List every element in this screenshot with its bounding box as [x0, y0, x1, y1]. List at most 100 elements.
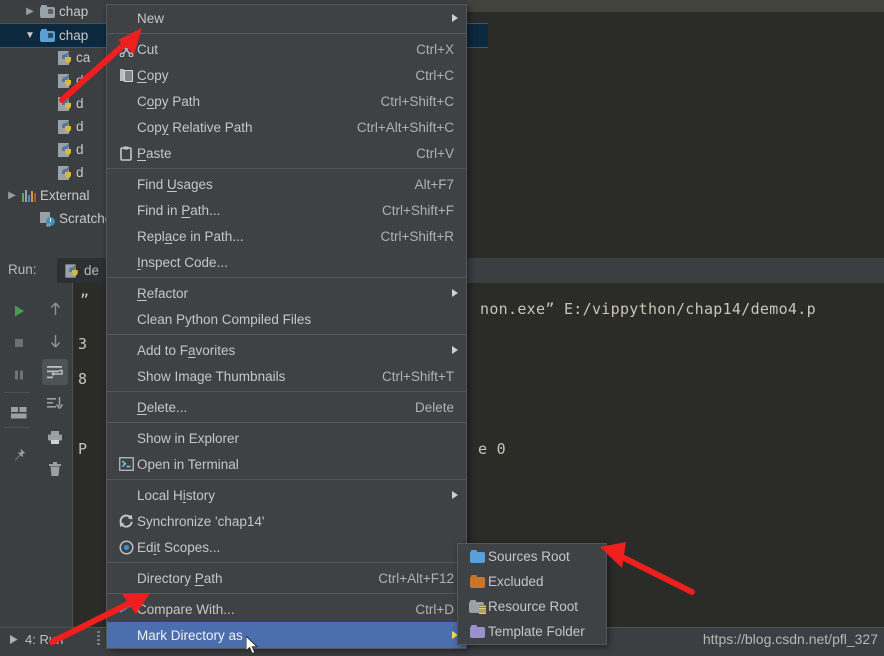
chevron-right-icon	[452, 14, 458, 22]
menu-separator	[107, 334, 466, 335]
run-configuration-tab[interactable]: de	[57, 258, 108, 283]
menu-item-label: Compare With...	[137, 601, 235, 617]
chevron-right-icon	[452, 491, 458, 499]
run-tab-label: de	[84, 263, 100, 278]
status-bar-grip[interactable]	[97, 631, 100, 645]
submenu-item-resource-root[interactable]: Resource Root	[458, 594, 606, 619]
scissors-icon	[119, 42, 134, 57]
pause-button[interactable]	[6, 362, 32, 388]
console-line-3: 8	[78, 370, 88, 388]
menu-item-label: Mark Directory as	[137, 627, 243, 643]
menu-item-add-to-favorites[interactable]: Add to Favorites	[107, 337, 466, 363]
menu-item-label: Copy	[137, 67, 169, 83]
status-bar-run-button[interactable]: 4: Run	[8, 628, 63, 650]
menu-item-delete[interactable]: Delete... Delete	[107, 394, 466, 420]
arrow-down-button[interactable]	[42, 328, 68, 354]
context-menu[interactable]: New Cut Ctrl+X Copy Ctrl+C Copy Path Ctrl+Shif…	[106, 4, 467, 649]
layout-button[interactable]	[6, 400, 32, 426]
menu-item-label: Add to Favorites	[137, 342, 236, 358]
submenu-item-excluded[interactable]: Excluded	[458, 569, 606, 594]
editor-area[interactable]	[466, 12, 884, 258]
menu-item-label: Cut	[137, 41, 159, 57]
menu-separator	[107, 562, 466, 563]
menu-item-cut[interactable]: Cut Ctrl+X	[107, 36, 466, 62]
mark-directory-as-submenu[interactable]: Sources Root Excluded Resource Root Templat…	[457, 543, 607, 645]
menu-item-find-in-path[interactable]: Find in Path... Ctrl+Shift+F	[107, 197, 466, 223]
menu-item-clean-python-compiled-files[interactable]: Clean Python Compiled Files	[107, 306, 466, 332]
toolbar-separator	[4, 392, 30, 393]
menu-item-new[interactable]: New	[107, 5, 466, 31]
menu-item-open-in-terminal[interactable]: Open in Terminal	[107, 451, 466, 477]
menu-item-local-history[interactable]: Local History	[107, 482, 466, 508]
python-file-icon	[58, 165, 72, 181]
menu-item-edit-scopes[interactable]: Edit Scopes...	[107, 534, 466, 560]
mouse-cursor	[246, 636, 259, 655]
arrow-up-button[interactable]	[42, 296, 68, 322]
scratches-icon	[40, 211, 55, 226]
stop-button[interactable]	[6, 330, 32, 356]
menu-item-label: Show Image Thumbnails	[137, 368, 286, 384]
console-line-5: e 0	[478, 440, 506, 458]
menu-item-label: Replace in Path...	[137, 228, 244, 244]
submenu-item-sources-root[interactable]: Sources Root	[458, 544, 606, 569]
menu-item-find-usages[interactable]: Find Usages Alt+F7	[107, 171, 466, 197]
tree-item-label: chap	[59, 4, 89, 19]
menu-item-inspect-code[interactable]: Inspect Code...	[107, 249, 466, 275]
python-file-icon	[58, 73, 72, 89]
console-line-2: 3	[78, 335, 88, 353]
menu-item-refactor[interactable]: Refactor	[107, 280, 466, 306]
menu-separator	[107, 391, 466, 392]
menu-item-show-image-thumbnails[interactable]: Show Image Thumbnails Ctrl+Shift+T	[107, 363, 466, 389]
menu-item-paste[interactable]: Paste Ctrl+V	[107, 140, 466, 166]
clipboard-icon	[119, 146, 133, 161]
chevron-right-icon[interactable]: ▶	[4, 184, 20, 207]
print-button[interactable]	[42, 424, 68, 450]
menu-item-shortcut: Ctrl+Alt+Shift+C	[356, 119, 454, 135]
menu-item-mark-directory-as[interactable]: Mark Directory as	[107, 622, 466, 648]
menu-item-shortcut: Ctrl+Alt+F12	[378, 570, 454, 586]
status-run-label: 4: Run	[25, 631, 64, 647]
chevron-down-icon[interactable]: ▼	[22, 24, 38, 47]
watermark-url: https://blog.csdn.net/pfl_327	[702, 631, 878, 647]
refresh-icon	[115, 513, 137, 529]
clear-all-button[interactable]	[42, 456, 68, 482]
menu-item-label: Synchronize 'chap14'	[137, 513, 265, 529]
menu-item-shortcut: Ctrl+Shift+R	[380, 228, 454, 244]
submenu-item-label: Resource Root	[488, 599, 579, 614]
menu-item-shortcut: Alt+F7	[414, 176, 454, 192]
folder-blue-icon	[40, 29, 55, 42]
scissors-icon	[115, 42, 137, 57]
python-file-icon	[58, 50, 72, 66]
submenu-item-template-folder[interactable]: Template Folder	[458, 619, 606, 644]
external-libraries-icon	[22, 189, 36, 202]
chevron-right-icon	[452, 289, 458, 297]
chevron-right-icon[interactable]: ▶	[22, 0, 38, 23]
menu-separator	[107, 422, 466, 423]
pin-button[interactable]	[6, 442, 32, 468]
scroll-to-end-button[interactable]	[42, 391, 68, 417]
folder-orange-icon	[469, 575, 485, 588]
menu-item-replace-in-path[interactable]: Replace in Path... Ctrl+Shift+R	[107, 223, 466, 249]
run-button[interactable]	[6, 298, 32, 324]
menu-item-compare-with[interactable]: Compare With... Ctrl+D	[107, 596, 466, 622]
scopes-icon	[118, 539, 134, 555]
tree-item-label: d	[76, 73, 84, 88]
copy-icon	[115, 68, 137, 83]
menu-separator	[107, 593, 466, 594]
menu-item-shortcut: Ctrl+Shift+T	[381, 368, 454, 384]
menu-item-copy[interactable]: Copy Ctrl+C	[107, 62, 466, 88]
menu-item-directory-path[interactable]: Directory Path Ctrl+Alt+F12	[107, 565, 466, 591]
refresh-icon	[118, 513, 134, 529]
submenu-item-label: Template Folder	[488, 624, 585, 639]
tree-item-label: d	[76, 142, 84, 157]
menu-item-copy-path[interactable]: Copy Path Ctrl+Shift+C	[107, 88, 466, 114]
menu-item-shortcut: Ctrl+C	[415, 67, 454, 83]
folder-icon	[40, 5, 55, 18]
menu-separator	[107, 168, 466, 169]
menu-item-synchronize-chap14[interactable]: Synchronize 'chap14'	[107, 508, 466, 534]
menu-item-label: Open in Terminal	[137, 456, 239, 472]
soft-wrap-button[interactable]	[42, 359, 68, 385]
menu-item-show-in-explorer[interactable]: Show in Explorer	[107, 425, 466, 451]
menu-item-copy-relative-path[interactable]: Copy Relative Path Ctrl+Alt+Shift+C	[107, 114, 466, 140]
menu-item-label: Copy Path	[137, 93, 201, 109]
